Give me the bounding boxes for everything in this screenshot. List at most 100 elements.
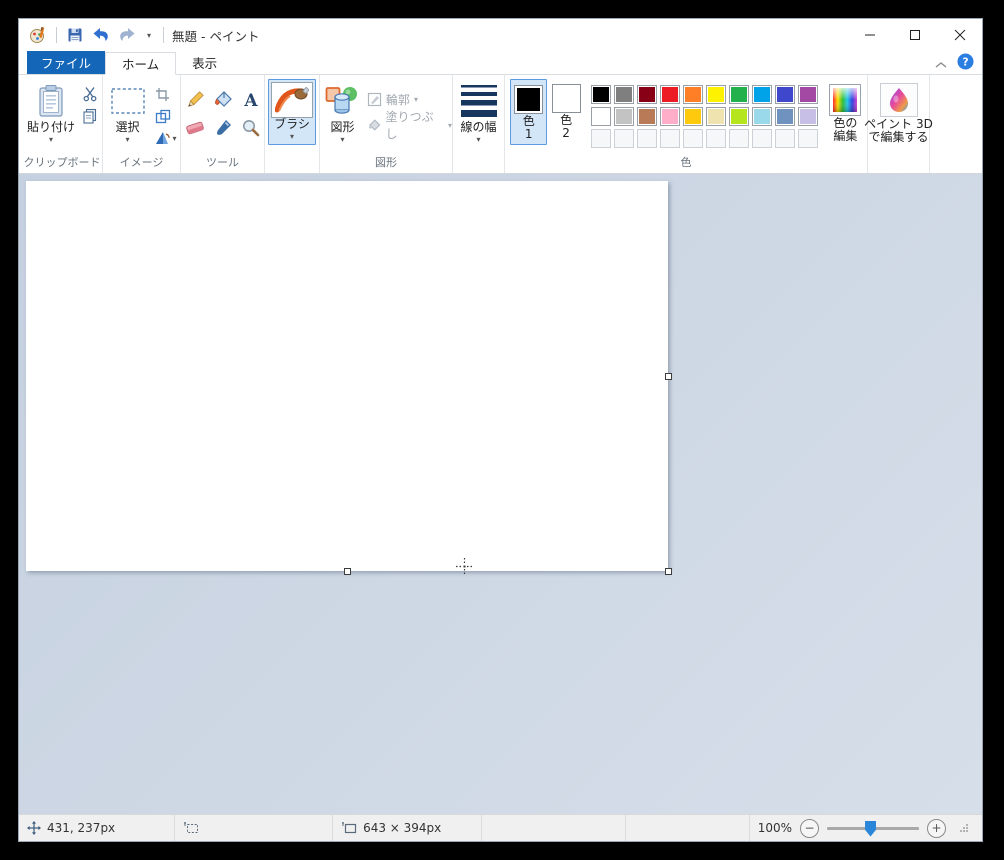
zoom-out-button[interactable]: − bbox=[800, 819, 819, 838]
color-picker-tool-button[interactable] bbox=[210, 115, 236, 141]
tab-home[interactable]: ホーム bbox=[105, 52, 176, 75]
tab-view[interactable]: 表示 bbox=[176, 51, 233, 74]
edit-colors-button[interactable]: 色の 編集 bbox=[824, 79, 867, 143]
title-bar: ▾ 無題 - ペイント bbox=[19, 19, 982, 51]
chevron-down-icon: ▾ bbox=[147, 31, 151, 40]
cut-button[interactable] bbox=[80, 85, 100, 103]
palette-swatch[interactable] bbox=[683, 107, 703, 126]
tab-file[interactable]: ファイル bbox=[27, 51, 105, 74]
palette-swatch[interactable] bbox=[752, 85, 772, 104]
status-canvas-size-section: 643 × 394px bbox=[333, 815, 482, 841]
palette-swatch[interactable] bbox=[706, 107, 726, 126]
palette-swatch[interactable] bbox=[660, 107, 680, 126]
chevron-down-icon: ▾ bbox=[340, 135, 344, 144]
palette-swatch[interactable] bbox=[775, 85, 795, 104]
zoom-slider[interactable] bbox=[827, 827, 919, 830]
palette-swatch[interactable] bbox=[637, 85, 657, 104]
move-cursor-icon bbox=[27, 821, 41, 835]
palette-swatch[interactable] bbox=[591, 85, 611, 104]
fill-tool-button[interactable] bbox=[210, 87, 236, 113]
canvas-resize-handle-corner[interactable] bbox=[665, 568, 672, 575]
canvas-resize-handle-bottom[interactable] bbox=[344, 568, 351, 575]
rotate-button[interactable]: ▾ bbox=[153, 129, 179, 147]
palette-empty-slot[interactable] bbox=[729, 129, 749, 148]
outline-pen-icon bbox=[367, 92, 382, 107]
palette-swatch[interactable] bbox=[729, 85, 749, 104]
palette-empty-slot[interactable] bbox=[660, 129, 680, 148]
group-line-width: 線の幅 ▾ bbox=[453, 75, 505, 173]
group-paint3d: ペイント 3D で編集する bbox=[868, 75, 930, 173]
palette-swatch[interactable] bbox=[752, 107, 772, 126]
select-rectangle-icon bbox=[110, 81, 146, 121]
palette-swatch[interactable] bbox=[637, 107, 657, 126]
selection-size-icon bbox=[183, 821, 199, 835]
shape-fill-button[interactable]: 塗りつぶし ▾ bbox=[367, 115, 452, 135]
palette-swatch[interactable] bbox=[706, 85, 726, 104]
drawing-canvas[interactable] bbox=[26, 181, 668, 571]
select-button[interactable]: 選択 ▾ bbox=[105, 79, 151, 144]
save-button[interactable] bbox=[65, 25, 85, 45]
crop-button[interactable] bbox=[153, 85, 173, 103]
palette-swatch[interactable] bbox=[614, 85, 634, 104]
minimize-button[interactable] bbox=[847, 19, 892, 51]
shapes-button[interactable]: 図形 ▾ bbox=[320, 79, 365, 144]
brush-icon bbox=[271, 82, 313, 118]
ribbon-home: 貼り付け ▾ bbox=[19, 75, 982, 174]
chevron-down-icon: ▾ bbox=[476, 135, 480, 144]
eraser-tool-button[interactable] bbox=[182, 115, 208, 141]
palette-swatch[interactable] bbox=[729, 107, 749, 126]
outline-button[interactable]: 輪郭 ▾ bbox=[367, 89, 452, 109]
status-bar: 431, 237px 643 × 394px 100% bbox=[19, 814, 982, 841]
palette-empty-slot[interactable] bbox=[775, 129, 795, 148]
pencil-tool-button[interactable] bbox=[182, 87, 208, 113]
palette-swatch[interactable] bbox=[591, 107, 611, 126]
palette-empty-slot[interactable] bbox=[591, 129, 611, 148]
group-brush: ブラシ ▾ bbox=[265, 75, 320, 173]
color2-button[interactable]: 色 2 bbox=[547, 79, 584, 143]
magnifier-tool-button[interactable] bbox=[238, 115, 264, 141]
text-tool-button[interactable]: A bbox=[238, 87, 264, 113]
maximize-button[interactable] bbox=[892, 19, 937, 51]
canvas-resize-handle-right[interactable] bbox=[665, 373, 672, 380]
undo-button[interactable] bbox=[91, 25, 111, 45]
paste-button[interactable]: 貼り付け ▾ bbox=[24, 79, 78, 144]
palette-empty-slot[interactable] bbox=[683, 129, 703, 148]
zoom-slider-thumb[interactable] bbox=[865, 821, 876, 837]
brush-label: ブラシ bbox=[274, 118, 310, 131]
palette-swatch[interactable] bbox=[614, 107, 634, 126]
palette-empty-slot[interactable] bbox=[614, 129, 634, 148]
chevron-down-icon: ▾ bbox=[448, 121, 452, 130]
redo-button[interactable] bbox=[117, 25, 137, 45]
paint3d-label-line2: で編集する bbox=[869, 130, 929, 144]
window-resize-grip[interactable] bbox=[960, 824, 968, 832]
svg-text:?: ? bbox=[962, 56, 968, 68]
line-width-button[interactable]: 線の幅 ▾ bbox=[454, 79, 504, 144]
brush-button[interactable]: ブラシ ▾ bbox=[268, 79, 316, 145]
canvas-size-text: 643 × 394px bbox=[363, 821, 441, 835]
image-group-label: イメージ bbox=[103, 154, 180, 170]
palette-swatch[interactable] bbox=[798, 107, 818, 126]
copy-button[interactable] bbox=[80, 107, 100, 125]
help-button[interactable]: ? bbox=[957, 53, 974, 74]
palette-empty-slot[interactable] bbox=[752, 129, 772, 148]
palette-swatch[interactable] bbox=[798, 85, 818, 104]
zoom-in-button[interactable]: + bbox=[927, 819, 946, 838]
minimize-ribbon-button[interactable] bbox=[935, 54, 947, 73]
palette-empty-slot[interactable] bbox=[706, 129, 726, 148]
resize-button[interactable] bbox=[153, 107, 173, 125]
qat-customize-dropdown[interactable]: ▾ bbox=[143, 25, 155, 45]
palette-swatch[interactable] bbox=[775, 107, 795, 126]
palette-swatch[interactable] bbox=[683, 85, 703, 104]
desktop-background: ▾ 無題 - ペイント ファイル ホーム 表示 bbox=[0, 0, 1004, 860]
palette-empty-slot[interactable] bbox=[798, 129, 818, 148]
color1-button[interactable]: 色 1 bbox=[510, 79, 547, 145]
chevron-down-icon: ▾ bbox=[414, 95, 418, 104]
line-width-label: 線の幅 bbox=[460, 121, 496, 134]
chevron-down-icon: ▾ bbox=[290, 132, 294, 141]
palette-swatch[interactable] bbox=[660, 85, 680, 104]
close-button[interactable] bbox=[937, 19, 982, 51]
palette-empty-slot[interactable] bbox=[637, 129, 657, 148]
paste-label: 貼り付け bbox=[27, 121, 75, 134]
paint3d-button[interactable]: ペイント 3D で編集する bbox=[869, 79, 929, 144]
paint-app-icon bbox=[28, 25, 48, 45]
